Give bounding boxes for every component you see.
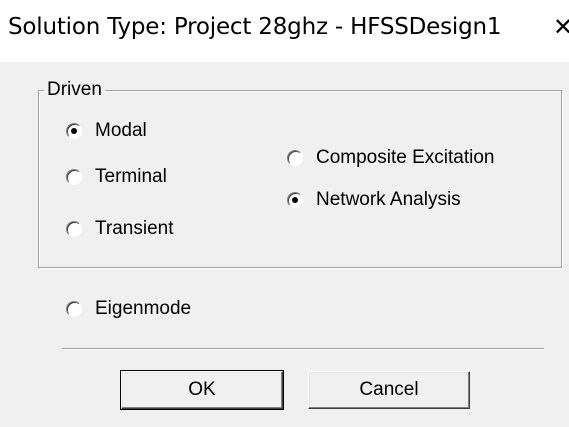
radio-transient[interactable]: Transient bbox=[66, 218, 174, 240]
ok-button[interactable]: OK bbox=[120, 370, 284, 410]
radio-transient-indicator bbox=[66, 221, 82, 237]
radio-network-analysis[interactable]: Network Analysis bbox=[287, 189, 461, 211]
radio-modal-indicator bbox=[66, 123, 82, 139]
radio-terminal-indicator bbox=[66, 169, 82, 185]
radio-composite-excitation-label: Composite Excitation bbox=[316, 147, 495, 168]
close-icon[interactable]: ✕ bbox=[553, 10, 569, 44]
radio-composite-excitation[interactable]: Composite Excitation bbox=[287, 147, 494, 169]
radio-eigenmode[interactable]: Eigenmode bbox=[66, 298, 191, 320]
cancel-button[interactable]: Cancel bbox=[308, 371, 470, 409]
radio-transient-label: Transient bbox=[95, 218, 174, 239]
radio-terminal-label: Terminal bbox=[95, 166, 167, 187]
driven-group-label: Driven bbox=[44, 79, 105, 101]
radio-eigenmode-indicator bbox=[66, 301, 82, 317]
radio-network-analysis-indicator bbox=[287, 192, 303, 208]
title-bar: Solution Type: Project 28ghz - HFSSDesig… bbox=[0, 0, 569, 62]
radio-network-analysis-label: Network Analysis bbox=[316, 189, 461, 210]
window-title: Solution Type: Project 28ghz - HFSSDesig… bbox=[8, 14, 502, 40]
radio-modal[interactable]: Modal bbox=[66, 120, 147, 142]
radio-modal-label: Modal bbox=[95, 120, 147, 141]
radio-eigenmode-label: Eigenmode bbox=[95, 298, 192, 319]
radio-terminal[interactable]: Terminal bbox=[66, 166, 167, 188]
separator bbox=[62, 348, 544, 350]
dialog-body: Driven Modal Terminal Transient Composit… bbox=[0, 62, 569, 427]
radio-composite-excitation-indicator bbox=[287, 150, 303, 166]
